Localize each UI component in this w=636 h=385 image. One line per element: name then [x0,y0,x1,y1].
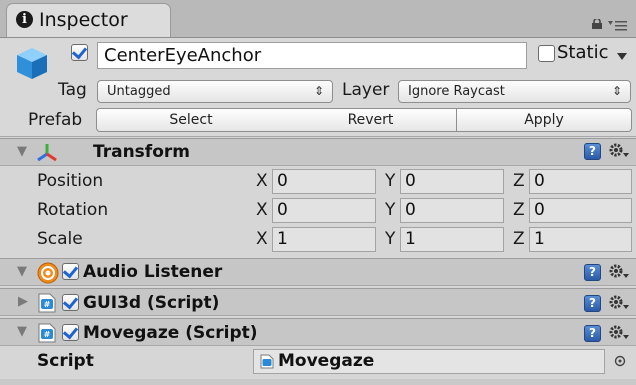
axis-z-label: Z [513,171,525,191]
rotation-x-field[interactable]: 0 [272,198,376,223]
axis-x-label: X [256,229,268,249]
updown-arrow-icon: ⇕ [313,84,324,98]
tag-label: Tag [58,80,87,100]
audio-listener-title: Audio Listener [83,262,223,282]
active-checkbox[interactable] [71,43,88,61]
tab-label: Inspector [39,9,128,31]
foldout-expanded-icon[interactable]: ▼ [17,264,27,279]
gear-icon[interactable] [608,142,630,160]
rotation-z-field[interactable]: 0 [529,198,632,223]
csharp-script-icon: # [38,293,56,313]
rotation-label: Rotation [37,200,109,220]
menu-icon[interactable] [608,20,628,32]
checkmark-icon [62,293,79,310]
script-label: Script [37,351,94,371]
foldout-collapsed-icon[interactable]: ▶ [18,294,28,309]
axis-z-label: Z [513,200,525,220]
scale-z-field[interactable]: 1 [529,227,632,252]
lock-icon[interactable] [591,19,603,29]
cube-icon [17,48,47,79]
prefab-apply-button[interactable]: Apply [456,108,632,132]
scale-label: Scale [37,229,83,249]
scale-y-field[interactable]: 1 [400,227,504,252]
foldout-expanded-icon[interactable]: ▼ [17,324,27,339]
updown-arrow-icon: ⇕ [611,84,622,98]
tab-inspector[interactable]: i Inspector [6,3,171,37]
axis-y-label: Y [385,200,396,220]
movegaze-enabled-checkbox[interactable] [62,323,79,341]
gui3d-enabled-checkbox[interactable] [62,293,79,311]
axis-z-label: Z [513,229,525,249]
position-z-field[interactable]: 0 [529,169,632,194]
help-icon[interactable]: ? [584,143,601,160]
csharp-script-icon: # [38,323,56,343]
layer-label: Layer [342,80,390,100]
prefab-revert-button[interactable]: Revert [285,108,457,132]
scale-x-field[interactable]: 1 [272,227,376,252]
position-label: Position [37,171,104,191]
svg-text:#: # [44,300,51,309]
axis-y-label: Y [385,171,396,191]
checkmark-icon [62,323,79,340]
help-icon[interactable]: ? [584,295,601,312]
gear-icon[interactable] [608,263,630,281]
tag-value: Untagged [107,84,171,99]
transform-axes-icon [37,144,57,162]
help-icon[interactable]: ? [584,264,601,281]
script-value: Movegaze [278,351,375,371]
gear-icon[interactable] [608,294,630,312]
axis-x-label: X [256,171,268,191]
axis-x-label: X [256,200,268,220]
prefab-select-button[interactable]: Select [96,108,286,132]
rotation-y-field[interactable]: 0 [400,198,504,223]
tag-dropdown[interactable]: Untagged ⇕ [97,80,333,103]
help-icon[interactable]: ? [584,325,601,342]
position-x-field[interactable]: 0 [272,169,376,194]
checkmark-icon [71,43,88,60]
transform-title: Transform [93,142,190,162]
checkmark-icon [62,262,79,279]
layer-dropdown[interactable]: Ignore Raycast ⇕ [398,80,631,103]
info-icon: i [16,11,33,28]
movegaze-script-title: Movegaze (Script) [83,323,258,343]
static-label: Static [557,42,609,63]
object-name-field[interactable]: CenterEyeAnchor [97,42,527,69]
foldout-expanded-icon[interactable]: ▼ [17,144,27,159]
audio-listener-icon [37,262,59,284]
chevron-down-icon[interactable] [617,53,627,60]
static-checkbox[interactable] [538,45,555,62]
inspector-footer [0,379,636,385]
layer-value: Ignore Raycast [408,84,505,99]
audio-listener-enabled-checkbox[interactable] [62,262,79,280]
position-y-field[interactable]: 0 [400,169,504,194]
prefab-label: Prefab [28,110,83,130]
gui3d-script-title: GUI3d (Script) [83,293,220,313]
object-picker-icon[interactable] [614,355,626,367]
axis-y-label: Y [385,229,396,249]
svg-text:#: # [44,330,51,339]
gear-icon[interactable] [608,324,630,342]
csharp-script-icon [260,354,274,369]
